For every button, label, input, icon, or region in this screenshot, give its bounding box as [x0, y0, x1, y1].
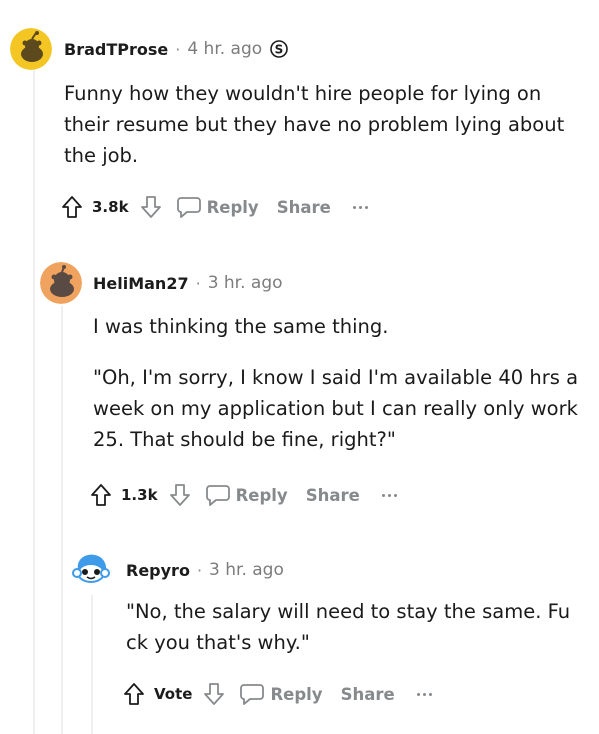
comment-header: HeliMan27 · 3 hr. ago: [93, 269, 283, 297]
author-name[interactable]: Repyro: [126, 561, 190, 580]
comment-bubble-icon: [204, 481, 232, 509]
downvote-icon[interactable]: [200, 680, 228, 708]
comment-header: BradTProse · 4 hr. ago S: [64, 35, 288, 63]
author-name[interactable]: HeliMan27: [93, 274, 189, 293]
comment-actions: 3.8k Reply Share: [58, 190, 368, 224]
reply-button[interactable]: Reply: [238, 680, 323, 708]
comment-text: "No, the salary will need to stay the sa…: [126, 600, 571, 654]
timestamp[interactable]: 3 hr. ago: [209, 560, 284, 580]
separator: ·: [175, 39, 181, 59]
thread-line[interactable]: [33, 58, 35, 734]
thread-line[interactable]: [61, 306, 63, 734]
reply-button[interactable]: Reply: [175, 193, 259, 221]
more-options-icon[interactable]: [352, 205, 368, 209]
reply-label: Reply: [206, 197, 259, 217]
avatar[interactable]: [10, 28, 52, 70]
share-button[interactable]: Share: [277, 198, 331, 217]
comment-body: "No, the salary will need to stay the sa…: [126, 596, 586, 672]
comment-header: Repyro · 3 hr. ago: [126, 556, 284, 584]
premium-s-badge-icon: S: [270, 40, 288, 58]
timestamp[interactable]: 4 hr. ago: [187, 39, 262, 59]
upvote-icon[interactable]: [120, 680, 148, 708]
vote-label: Vote: [154, 685, 193, 703]
comment-text: I was thinking the same thing.: [93, 315, 389, 338]
comment-actions: Vote Reply Share: [120, 677, 432, 711]
score: 3.8k: [92, 198, 129, 216]
avatar[interactable]: [70, 549, 112, 591]
comment-actions: 1.3k Reply Share: [87, 478, 397, 512]
more-options-icon[interactable]: [381, 493, 397, 497]
avatar[interactable]: [40, 262, 82, 304]
comment-text: Funny how they wouldn't hire people for …: [64, 82, 565, 167]
comment-bubble-icon: [175, 193, 203, 221]
comment-bubble-icon: [238, 680, 266, 708]
svg-text:S: S: [275, 43, 284, 57]
timestamp[interactable]: 3 hr. ago: [208, 273, 283, 293]
downvote-icon[interactable]: [137, 193, 165, 221]
author-name[interactable]: BradTProse: [64, 40, 168, 59]
thread-line[interactable]: [91, 595, 93, 734]
upvote-icon[interactable]: [87, 481, 115, 509]
comment-text: "Oh, I'm sorry, I know I said I'm availa…: [93, 366, 579, 451]
score: 1.3k: [121, 486, 158, 504]
separator: ·: [195, 273, 201, 293]
comment-body: I was thinking the same thing. "Oh, I'm …: [93, 311, 583, 469]
reply-label: Reply: [270, 684, 323, 704]
share-button[interactable]: Share: [306, 486, 360, 505]
upvote-icon[interactable]: [58, 193, 86, 221]
downvote-icon[interactable]: [166, 481, 194, 509]
more-options-icon[interactable]: [416, 692, 432, 696]
share-button[interactable]: Share: [341, 685, 395, 704]
comment-body: Funny how they wouldn't hire people for …: [64, 78, 574, 185]
reply-button[interactable]: Reply: [204, 481, 288, 509]
separator: ·: [196, 560, 203, 580]
reply-label: Reply: [235, 485, 288, 505]
